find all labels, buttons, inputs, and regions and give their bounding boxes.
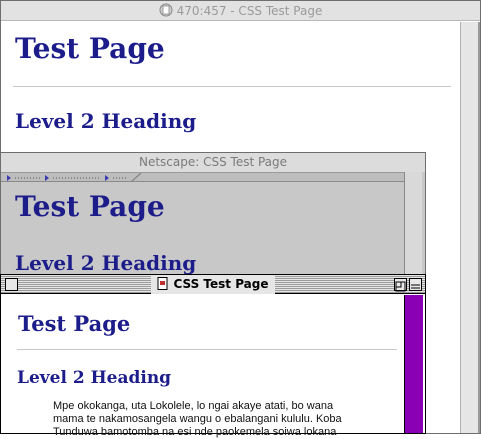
collapse-box-button[interactable]	[409, 278, 422, 291]
front-window-title-pill: CSS Test Page	[151, 275, 275, 294]
back-window-title: 470:457 - CSS Test Page	[176, 4, 323, 18]
front-window-title: CSS Test Page	[173, 277, 269, 291]
front-horizontal-rule	[17, 349, 397, 350]
zoom-icon	[395, 281, 406, 292]
back-page-heading: Test Page	[15, 32, 165, 65]
front-page-heading: Test Page	[18, 311, 131, 336]
netscape-window: Netscape: CSS Test Page Test Page Level …	[0, 152, 426, 282]
zoom-box-button[interactable]	[394, 278, 407, 292]
collapse-icon	[411, 284, 420, 289]
front-window-titlebar[interactable]: CSS Test Page	[1, 275, 425, 294]
front-level2-heading: Level 2 Heading	[17, 368, 172, 388]
back-scrollbar-edge	[478, 22, 480, 433]
netscape-page-heading: Test Page	[15, 190, 165, 223]
netscape-toolbar-tabs[interactable]	[1, 172, 405, 182]
netscape-level2-heading: Level 2 Heading	[15, 251, 197, 275]
front-vertical-scrollbar[interactable]	[404, 295, 423, 433]
back-horizontal-rule	[13, 86, 451, 87]
back-vertical-scrollbar[interactable]	[460, 22, 479, 433]
document-icon	[157, 277, 168, 290]
collapse-tabs-icon	[7, 173, 142, 181]
netscape-titlebar[interactable]: Netscape: CSS Test Page	[1, 153, 425, 172]
back-window-titlebar[interactable]: 470:457 - CSS Test Page	[1, 1, 480, 21]
body-paragraph: Mpe okokanga, uta Lokolele, lo ngai akay…	[53, 400, 342, 438]
back-level2-heading: Level 2 Heading	[15, 109, 197, 133]
close-box-button[interactable]	[5, 278, 18, 291]
netscape-vertical-scrollbar[interactable]	[404, 172, 422, 281]
netscape-window-title: Netscape: CSS Test Page	[138, 155, 288, 169]
document-icon	[159, 3, 173, 17]
